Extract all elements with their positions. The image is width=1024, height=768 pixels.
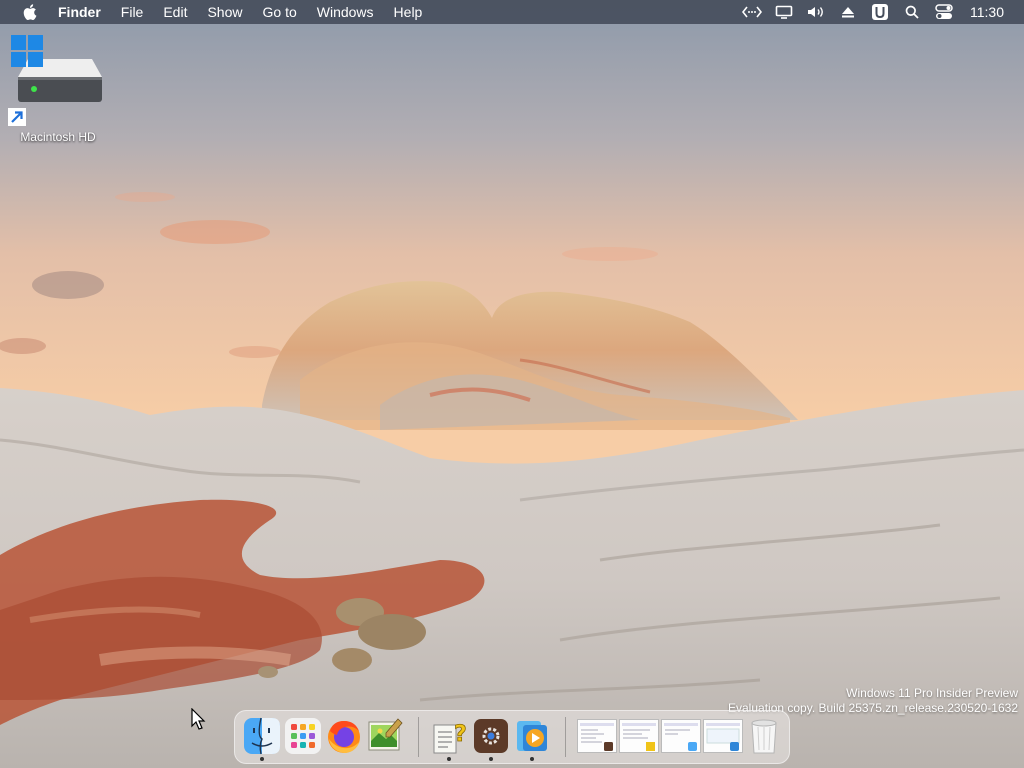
menu-help[interactable]: Help: [384, 0, 433, 24]
search-icon[interactable]: [896, 0, 928, 24]
media-player-icon[interactable]: [513, 717, 551, 755]
mouse-pointer-icon: [191, 708, 206, 730]
launchpad-icon[interactable]: [284, 717, 322, 755]
status-area: 11:30: [736, 0, 1024, 24]
menu-clock[interactable]: 11:30: [960, 0, 1024, 24]
volume-icon[interactable]: [800, 0, 832, 24]
eject-icon[interactable]: [832, 0, 864, 24]
media-player-running-dot: [530, 757, 534, 761]
u-badge-icon[interactable]: [864, 0, 896, 24]
control-center-icon[interactable]: [928, 0, 960, 24]
dock-separator-windows: [565, 717, 566, 757]
menu-file[interactable]: File: [111, 0, 154, 24]
desktop-icon-label: Macintosh HD: [20, 130, 96, 144]
apple-logo-icon[interactable]: [20, 0, 40, 24]
menu-go-to[interactable]: Go to: [253, 0, 307, 24]
trash-icon[interactable]: [747, 717, 785, 755]
app-menu-finder[interactable]: Finder: [58, 0, 111, 24]
dock-separator: [418, 717, 419, 757]
svg-text:?: ?: [454, 722, 467, 747]
display-icon[interactable]: [768, 0, 800, 24]
windows-logo-icon: [11, 35, 43, 67]
desktop-wallpaper: [0, 0, 1024, 768]
window-thumbnail-4[interactable]: [703, 719, 743, 753]
settings-gear-icon[interactable]: [472, 717, 510, 755]
menu-show[interactable]: Show: [197, 0, 252, 24]
menu-windows[interactable]: Windows: [307, 0, 384, 24]
window-thumbnail-3[interactable]: [661, 719, 701, 753]
finder-icon[interactable]: [243, 717, 281, 755]
menu-edit[interactable]: Edit: [153, 0, 197, 24]
code-brackets-icon[interactable]: [736, 0, 768, 24]
menu-bar: Finder File Edit Show Go to Windows Help…: [0, 0, 1024, 24]
shortcut-arrow-icon: [8, 108, 26, 126]
image-editor-icon[interactable]: [366, 717, 404, 755]
help-notes-running-dot: [447, 757, 451, 761]
firefox-icon[interactable]: [325, 717, 363, 755]
desktop-icon-macintosh-hd[interactable]: Macintosh HD: [8, 32, 106, 150]
watermark-edition: Windows 11 Pro Insider Preview: [846, 686, 1018, 700]
finder-running-dot: [260, 757, 264, 761]
window-thumbnail-1[interactable]: [577, 719, 617, 753]
window-thumbnail-2[interactable]: [619, 719, 659, 753]
settings-running-dot: [489, 757, 493, 761]
dock: ?: [234, 710, 790, 764]
help-notes-icon[interactable]: ?: [430, 717, 468, 755]
